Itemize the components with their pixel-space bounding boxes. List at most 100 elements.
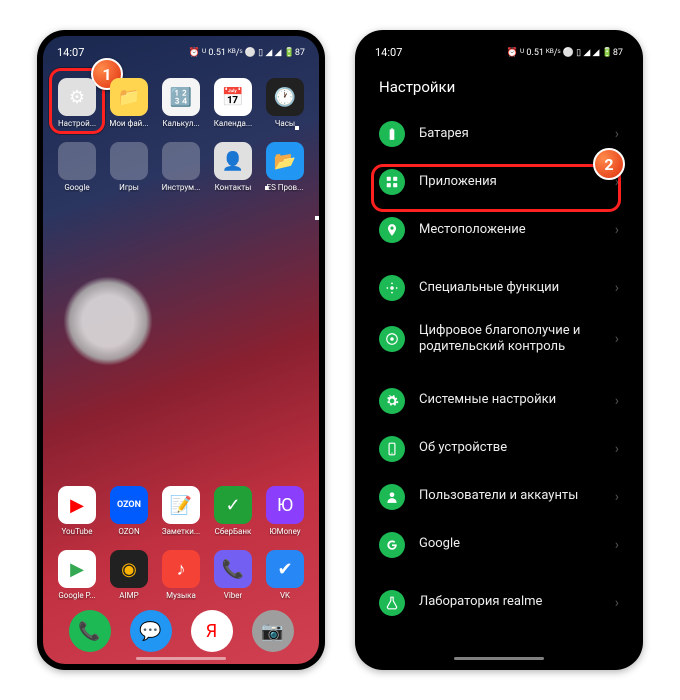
app-icon-контакты[interactable]: 👤 Контакты [209,142,257,192]
glyph-icon[interactable]: ♪ [162,550,200,588]
app-grid-row1: ⚙ Настрой... 📁Мои фай...🔢 Калькул... 📅Календ… [43,64,319,128]
settings-screen: 14:07 ⏰ ᵁ 0.51 ᴷᴮ/ˢ ⚪ ▯ ◢ ◢ 🔋87 Настройк… [361,36,637,664]
chevron-right-icon: › [615,331,619,347]
chevron-right-icon: › [615,537,619,553]
app-icon-игры[interactable]: Игры [105,142,153,192]
app-icon-[interactable]: 📷 [252,610,294,652]
settings-row-about[interactable]: Об устройстве › [361,425,637,473]
app-icon-[interactable]: 📞 [69,610,111,652]
app-icon-es-пров-[interactable]: 📂ES Пров... [261,142,309,192]
app-label: Музыка [166,591,196,600]
chevron-right-icon: › [615,595,619,611]
app-label: Заметки... [162,527,200,536]
glyph-icon[interactable]: 📂 [266,142,304,180]
app-icon-инструм-[interactable]: Инструм... [157,142,205,192]
setting-label: Об устройстве [419,440,601,456]
chevron-right-icon: › [615,489,619,505]
app-label: AIMP [119,591,138,600]
app-icon-мои-фай-[interactable]: 📁Мои фай... [105,78,153,128]
app-label: Google [64,183,89,192]
glyph-icon[interactable]: ◉ [110,550,148,588]
settings-row-lab[interactable]: Лаборатория realme › [361,579,637,627]
phone-left: 14:07 ⏰ ᵁ 0.51 ᴷᴮ/ˢ ⚪ ▯ ◢ ◢ 🔋87 ⚙Настрой… [37,30,325,670]
chevron-right-icon: › [615,441,619,457]
google-icon [379,532,405,558]
app-icon-калькул-[interactable]: 🔢 Калькул... [157,78,205,128]
app-label: Настрой... [58,119,96,128]
app-grid-row2: Google ИгрыИнструм...👤 Контакты 📂ES Пров... [43,128,319,192]
app-label: Google P... [58,591,95,600]
setting-label: Батарея [419,126,601,142]
app-icon-[interactable]: 💬 [130,610,172,652]
app-tile-icon[interactable] [162,142,200,180]
settings-row-gear[interactable]: Системные настройки› [361,377,637,425]
app-label: OZON [118,527,139,536]
wellbeing-icon [379,326,405,352]
battery-icon [379,121,405,147]
glyph-icon[interactable]: 💬 [130,610,172,652]
app-label: Контакты [215,183,252,192]
settings-row-battery[interactable]: Батарея › [361,110,637,158]
app-icon-vk[interactable]: ✔ VK [261,550,309,600]
setting-label: Цифровое благополучие и родительский кон… [419,323,601,356]
app-tile-icon[interactable] [110,142,148,180]
glyph-icon[interactable]: Я [191,610,233,652]
app-label: Калькул... [162,119,199,128]
chevron-right-icon: › [615,126,619,142]
home-indicator[interactable] [136,657,226,660]
app-icon-youtube[interactable]: ▶YouTube [53,486,101,536]
app-label: VK [280,591,290,600]
chevron-right-icon: › [615,222,619,238]
app-label: СберБанк [215,527,252,536]
glyph-icon[interactable]: 📞 [214,550,252,588]
glyph-icon[interactable]: 📁 [110,78,148,116]
status-icons: ⏰ ᵁ 0.51 ᴷᴮ/ˢ ⚪ ▯ ◢ ◢ 🔋87 [507,47,623,58]
app-icon-aimp[interactable]: ◉ AIMP [105,550,153,600]
settings-row-wellbeing[interactable]: Цифровое благополучие и родительский кон… [361,312,637,367]
highlight-apps-row [371,164,621,212]
statusbar: 14:07 ⏰ ᵁ 0.51 ᴷᴮ/ˢ ⚪ ▯ ◢ ◢ 🔋87 [361,36,637,64]
app-icon-музыка[interactable]: ♪ Музыка [157,550,205,600]
glyph-icon[interactable]: 🕐 [266,78,304,116]
app-label: Viber [224,591,242,600]
app-icon-[interactable]: Я [191,610,233,652]
status-time: 14:07 [57,46,84,59]
setting-label: Лаборатория realme [419,594,601,610]
app-icon-настрой-[interactable]: ⚙ Настрой... [53,78,101,128]
setting-label: Google [419,536,601,552]
glyph-icon[interactable]: 📷 [252,610,294,652]
app-grid-row3: ▶YouTubeOZONOZON📝Заметки...✓СберБанкЮЮMo… [43,472,319,536]
glyph-icon[interactable]: ✔ [266,550,304,588]
glyph-icon[interactable]: 🔢 [162,78,200,116]
glyph-icon[interactable]: 📝 [162,486,200,524]
app-icon-ozon[interactable]: OZON OZON [105,486,153,536]
lab-icon [379,590,405,616]
about-icon [379,436,405,462]
glyph-icon[interactable]: ⚙ [58,78,96,116]
glyph-icon[interactable]: 👤 [214,142,252,180]
app-icon-google[interactable]: Google [53,142,101,192]
app-icon-юmoney[interactable]: ЮЮMoney [261,486,309,536]
app-tile-icon[interactable] [58,142,96,180]
settings-row-star[interactable]: Специальные функции› [361,264,637,312]
glyph-icon[interactable]: 📞 [69,610,111,652]
glyph-icon[interactable]: 📅 [214,78,252,116]
phone-right: 14:07 ⏰ ᵁ 0.51 ᴷᴮ/ˢ ⚪ ▯ ◢ ◢ 🔋87 Настройк… [355,30,643,670]
glyph-icon[interactable]: ✓ [214,486,252,524]
app-icon-google-p-[interactable]: ▶ Google P... [53,550,101,600]
settings-row-user[interactable]: Пользователи и аккаунты› [361,473,637,521]
app-icon-сбербанк[interactable]: ✓ СберБанк [209,486,257,536]
app-icon-календа-[interactable]: 📅Календа... [209,78,257,128]
settings-row-google[interactable]: Google › [361,521,637,569]
glyph-icon[interactable]: ▶ [58,486,96,524]
chevron-right-icon: › [615,393,619,409]
app-icon-viber[interactable]: 📞 Viber [209,550,257,600]
glyph-icon[interactable]: Ю [266,486,304,524]
app-icon-заметки-[interactable]: 📝 Заметки... [157,486,205,536]
app-icon-часы[interactable]: 🕐Часы [261,78,309,128]
home-indicator[interactable] [454,657,544,660]
glyph-icon[interactable]: ▶ [58,550,96,588]
app-tile-icon[interactable]: OZON [110,486,148,524]
settings-row-location[interactable]: Местоположение› [361,206,637,254]
status-time: 14:07 [375,46,402,59]
